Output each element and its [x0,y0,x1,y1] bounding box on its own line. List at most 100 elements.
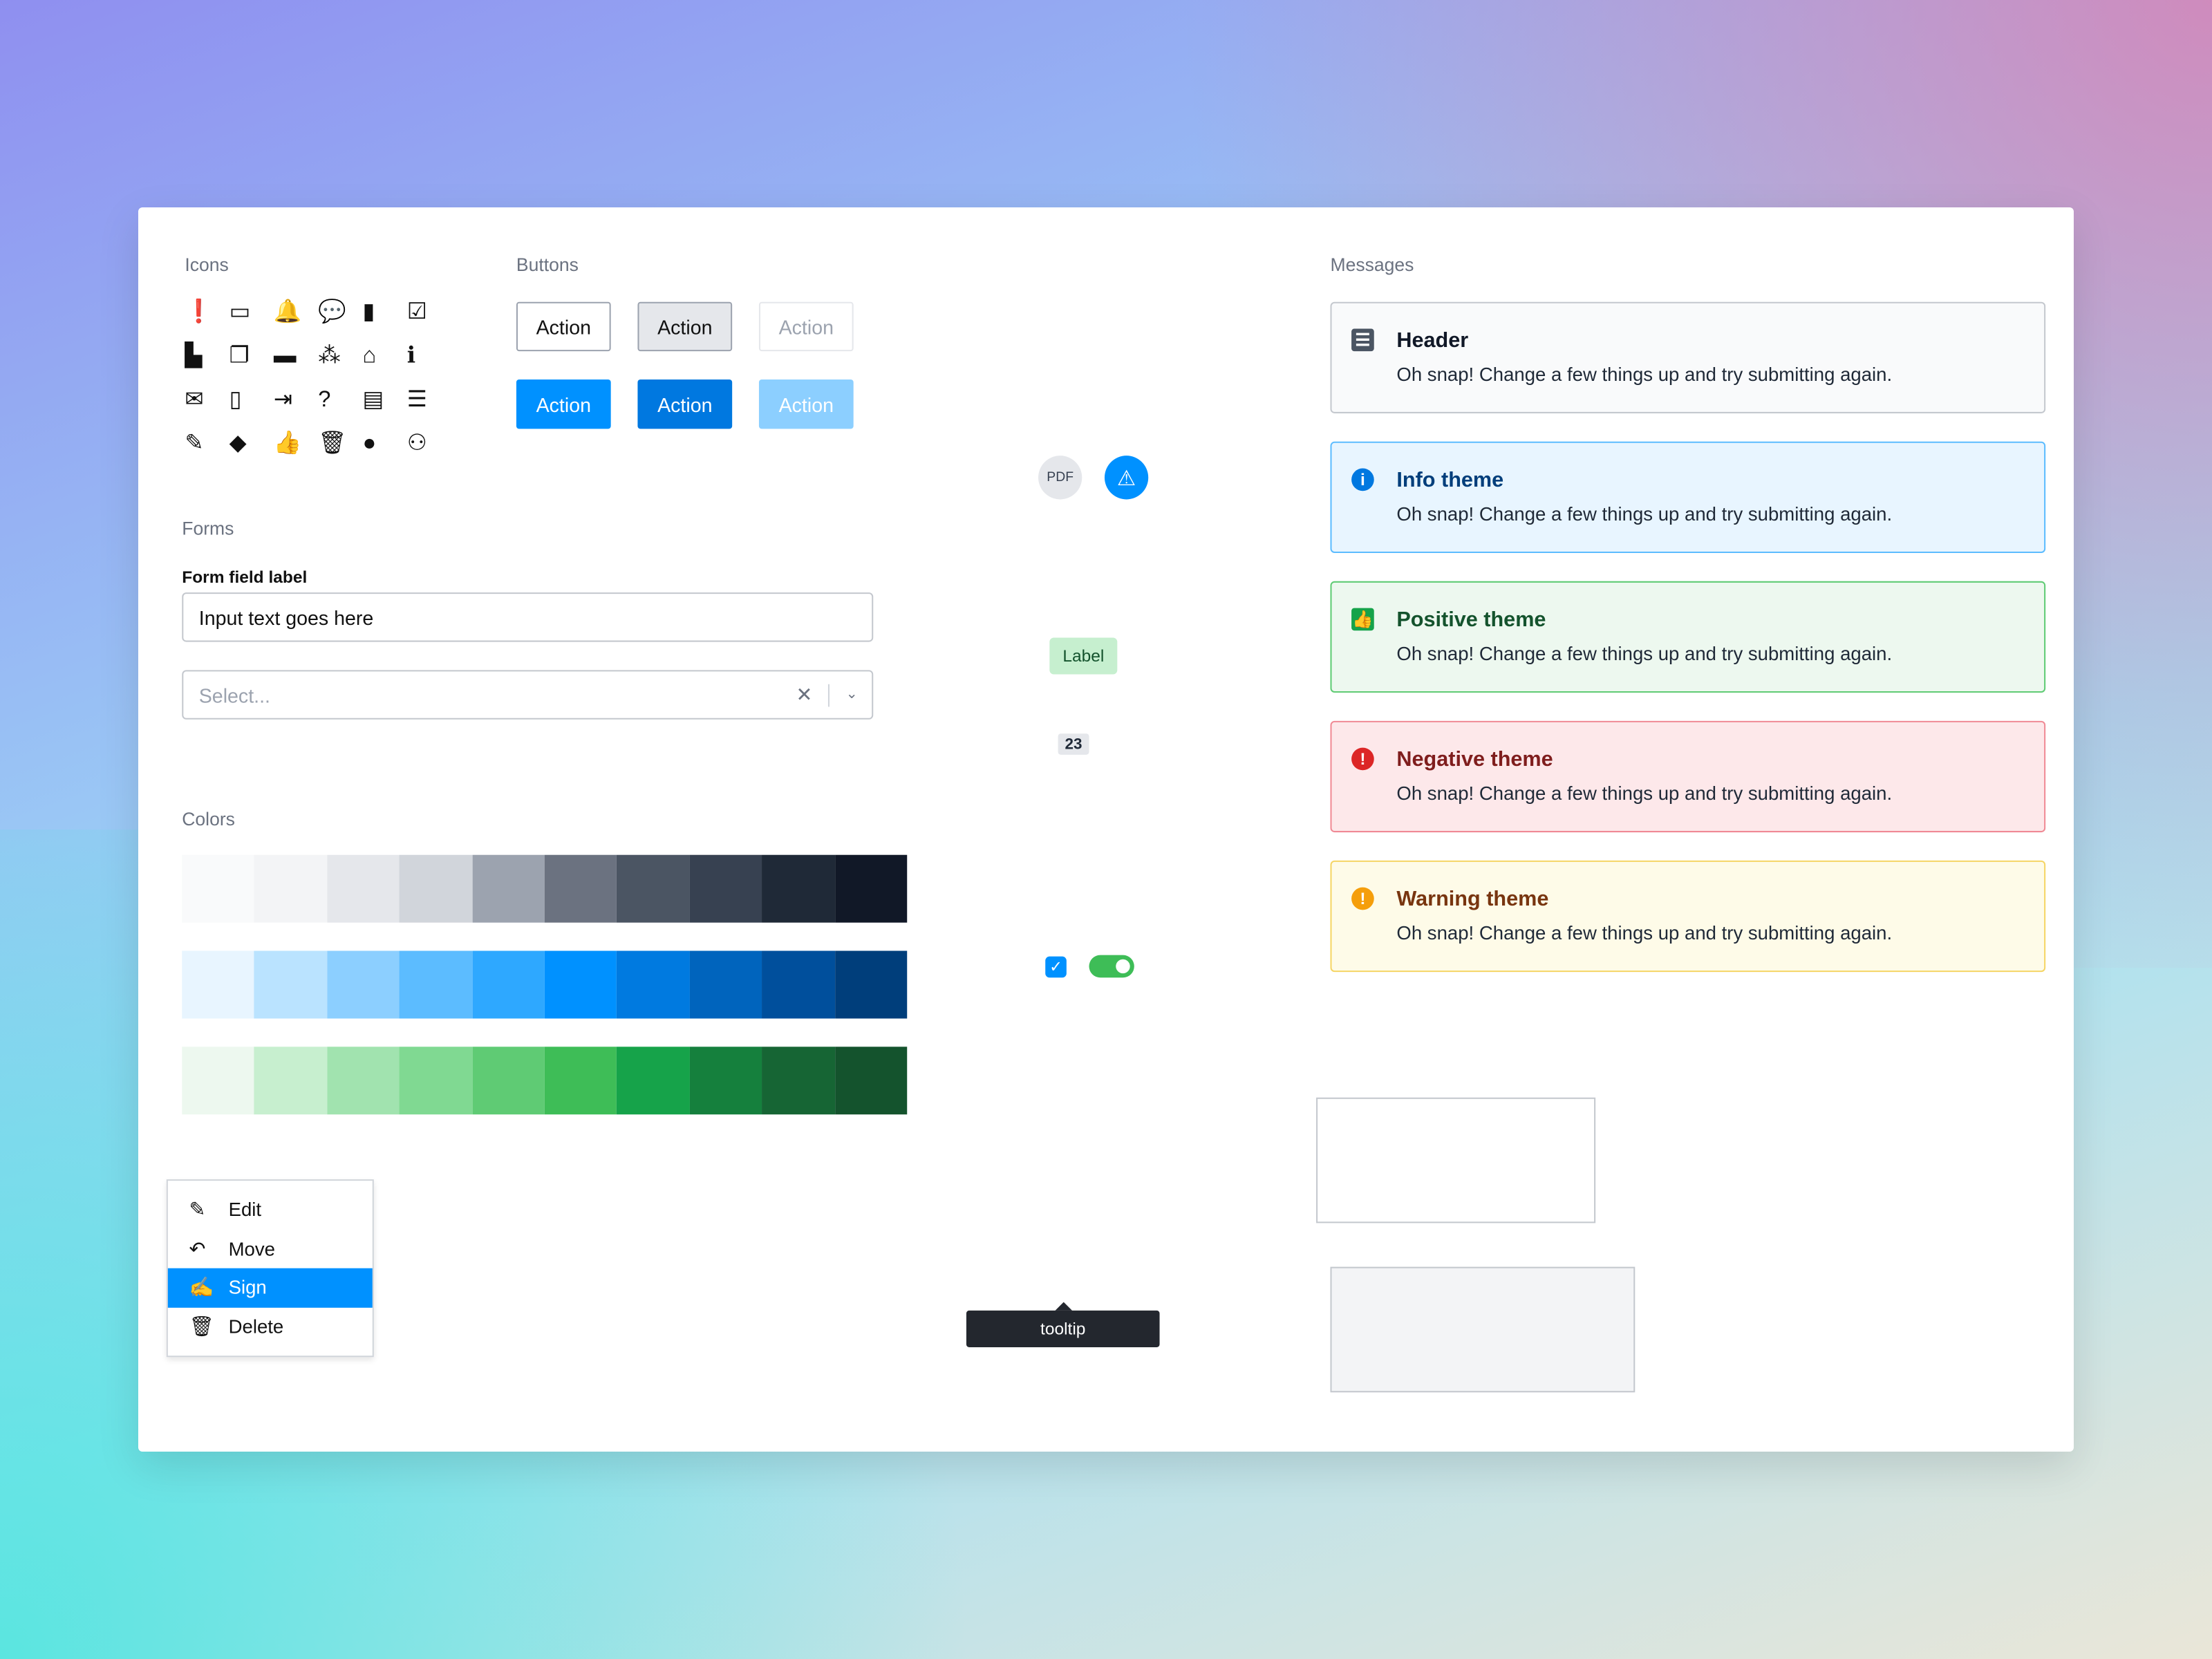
tag-icon: ◆ [229,431,247,456]
gray-swatch-4 [399,854,472,923]
message-body: Oh snap! Change a few things up and try … [1396,503,1893,525]
select-placeholder: Select... [198,683,271,706]
select-input[interactable]: Select... ✕ ⌄ [182,670,874,720]
positive-message-icon: 👍 [1351,608,1374,631]
clipboard-check-icon: ☑ [406,300,428,325]
help-icon: ? [318,388,331,412]
checkbox[interactable]: ✓ [1045,956,1067,978]
menu-item-edit[interactable]: ✎ Edit [168,1190,373,1229]
blue-swatch-7 [617,950,690,1019]
sign-pen-icon: ✍ [189,1275,214,1299]
empty-gray-box [1330,1266,1635,1393]
pencil-icon: ✎ [189,1198,206,1221]
message-info: i Info theme Oh snap! Change a few things … [1330,441,2046,553]
blue-swatch-5 [471,950,545,1019]
icon-grid: ❗ ▭ 🔔 💬 ▮ ☑ ▙ ❐ ▬ ⁂ ⌂ ℹ ✉ ▯ ⇥? ▤ ☰ ✎ ◆ 👍 🗑 ● ⚇ [185,301,451,458]
message-header: ☰ Header Oh snap! Change a few things up a… [1330,301,2046,413]
green-palette [182,1047,908,1115]
green-swatch-9 [762,1047,835,1115]
home-icon: ⌂ [362,344,377,368]
alert-circle-icon: ❗ [185,300,214,325]
message-title: Positive theme [1396,608,1546,632]
message-title: Negative theme [1396,747,1553,772]
gray-swatch-3 [327,854,400,923]
trash-icon: 🗑 [189,1314,214,1338]
forms-heading: Forms [182,517,234,539]
copy-icon: ❐ [229,344,250,368]
context-menu: ✎ Edit ↶ Move ✍ Sign 🗑 Delete [166,1179,374,1358]
gray-palette [182,854,908,923]
gray-swatch-10 [834,854,908,923]
warning-message-icon: ! [1351,887,1374,910]
file-icon: ▙ [185,344,203,368]
toggle-switch[interactable] [1089,955,1134,978]
primary-button-disabled[interactable]: Action [758,379,854,429]
undo-arrow-icon: ↶ [189,1237,206,1259]
gray-swatch-7 [617,854,690,923]
menu-item-label: Edit [228,1199,262,1221]
menu-item-sign[interactable]: ✍ Sign [167,1268,373,1307]
blue-swatch-2 [254,950,328,1019]
green-swatch-1 [182,1047,255,1115]
clipboard-icon: ▮ [362,300,375,325]
menu-item-move[interactable]: ↶ Move [168,1230,373,1268]
green-swatch-10 [834,1047,908,1115]
blue-swatch-3 [327,950,400,1019]
mail-icon: ✉ [185,388,204,412]
header-message-icon: ☰ [1351,328,1374,352]
info-icon: ℹ [406,344,416,368]
blue-swatch-6 [544,950,617,1019]
blue-swatch-1 [182,950,255,1019]
label-badge: Label [1049,637,1118,675]
select-divider [827,684,830,707]
message-body: Oh snap! Change a few things up and try … [1396,364,1893,386]
text-input[interactable]: Input text goes here [182,592,874,642]
buttons-heading: Buttons [516,254,579,275]
gray-swatch-6 [544,854,617,923]
message-title: Header [1396,328,1469,353]
count-badge: 23 [1058,733,1089,755]
users-group-icon: ⁂ [318,344,341,368]
primary-button[interactable]: Action [516,379,611,429]
action-button-default[interactable]: Action [516,301,611,352]
message-title: Warning theme [1396,887,1549,912]
gray-swatch-2 [254,854,328,923]
green-swatch-2 [254,1047,328,1115]
sign-in-icon: ⇥ [273,388,293,412]
message-title: Info theme [1396,468,1504,493]
trash-icon: 🗑 [318,431,347,456]
warning-avatar-icon: ⚠ [1104,456,1149,500]
form-field-label: Form field label [182,567,308,587]
gray-swatch-9 [762,854,835,923]
contact-list-icon: ☰ [406,388,428,412]
blue-swatch-10 [834,950,908,1019]
tooltip-arrow [1055,1302,1073,1311]
message-body: Oh snap! Change a few things up and try … [1396,922,1893,944]
document-icon: ▤ [362,388,384,412]
messages-heading: Messages [1330,254,1414,275]
action-button-pressed[interactable]: Action [637,301,733,352]
colors-heading: Colors [182,808,235,830]
green-swatch-8 [689,1047,762,1115]
icons-heading: Icons [185,254,229,275]
database-icon: ▯ [229,388,242,412]
gray-swatch-8 [689,854,762,923]
gray-swatch-5 [471,854,545,923]
clear-icon[interactable]: ✕ [796,683,813,707]
chevron-down-icon[interactable]: ⌄ [846,687,858,702]
negative-message-icon: ! [1351,747,1374,771]
action-button-disabled[interactable]: Action [758,301,854,352]
toggle-knob [1116,959,1130,974]
message-negative: ! Negative theme Oh snap! Change a few thi… [1330,720,2046,833]
primary-button-pressed[interactable]: Action [637,379,733,429]
users-icon: ⚇ [406,431,428,456]
blue-swatch-9 [762,950,835,1019]
bell-icon: 🔔 [273,300,302,325]
menu-item-label: Sign [228,1277,267,1299]
pdf-avatar: PDF [1038,456,1082,500]
folder-icon: ▬ [273,344,297,368]
blue-swatch-8 [689,950,762,1019]
empty-box [1316,1097,1596,1224]
green-swatch-7 [617,1047,690,1115]
menu-item-delete[interactable]: 🗑 Delete [168,1307,373,1346]
